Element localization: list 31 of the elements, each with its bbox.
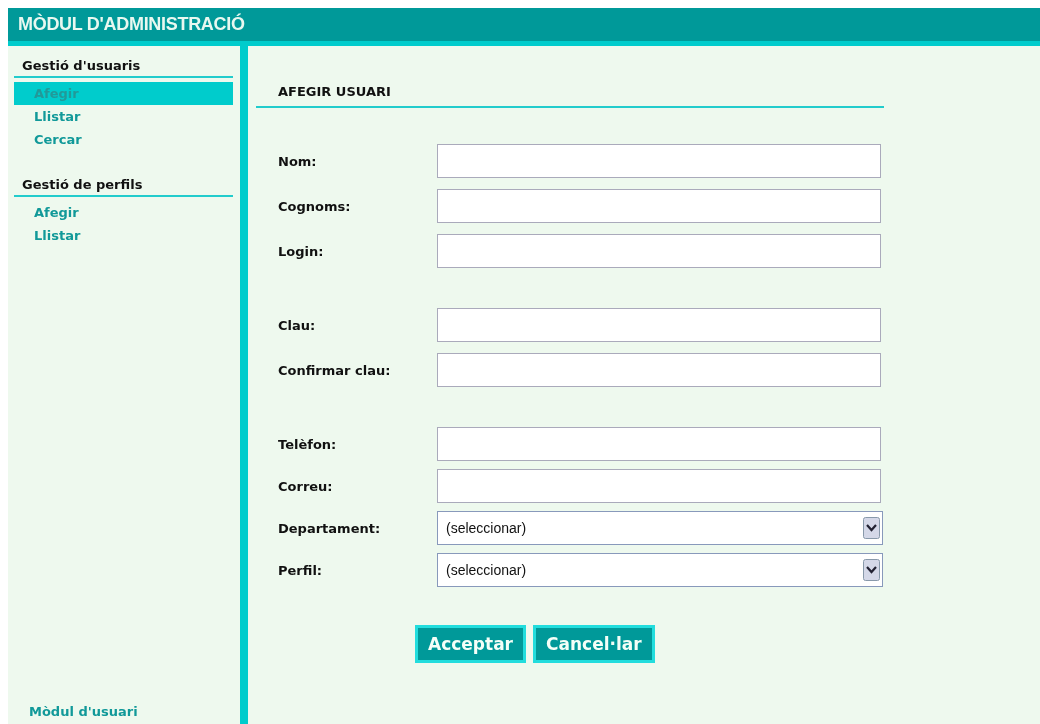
field-label: Clau: [278, 317, 317, 333]
sidebar-item[interactable]: Afegir [14, 201, 233, 224]
input-field[interactable] [437, 189, 881, 223]
input-field[interactable] [437, 234, 881, 268]
field-label: Login: [278, 243, 325, 259]
dropdown-caret-icon [863, 559, 880, 581]
input-field[interactable] [437, 308, 881, 342]
section-heading: Gestió de perfils [14, 177, 233, 197]
section-heading: Gestió d'usuaris [14, 58, 233, 78]
field-label: Cognoms: [278, 198, 352, 214]
footer-link[interactable]: Mòdul d'usuari [29, 704, 138, 719]
field-label: Correu: [278, 478, 334, 494]
form-title: AFEGIR USUARI [256, 84, 884, 108]
form-button[interactable]: Acceptar [415, 625, 526, 663]
input-field[interactable] [437, 353, 881, 387]
field-label: Perfil: [278, 562, 324, 578]
sidebar-item[interactable]: Llistar [14, 224, 233, 247]
sidebar-item[interactable]: Llistar [14, 105, 233, 128]
field-label: Telèfon: [278, 436, 338, 452]
input-field[interactable] [437, 144, 881, 178]
sidebar-item[interactable]: Cercar [14, 128, 233, 151]
field-label: Nom: [278, 153, 318, 169]
field-label: Departament: [278, 520, 382, 536]
dropdown-caret-icon [863, 517, 880, 539]
form-button[interactable]: Cancel·lar [533, 625, 655, 663]
input-field[interactable] [437, 469, 881, 503]
dropdown-field[interactable]: (seleccionar) [437, 553, 883, 587]
field-label: Confirmar clau: [278, 362, 392, 378]
dropdown-field[interactable]: (seleccionar) [437, 511, 883, 545]
module-title: MÒDUL D'ADMINISTRACIÓ [18, 14, 245, 35]
input-field[interactable] [437, 427, 881, 461]
